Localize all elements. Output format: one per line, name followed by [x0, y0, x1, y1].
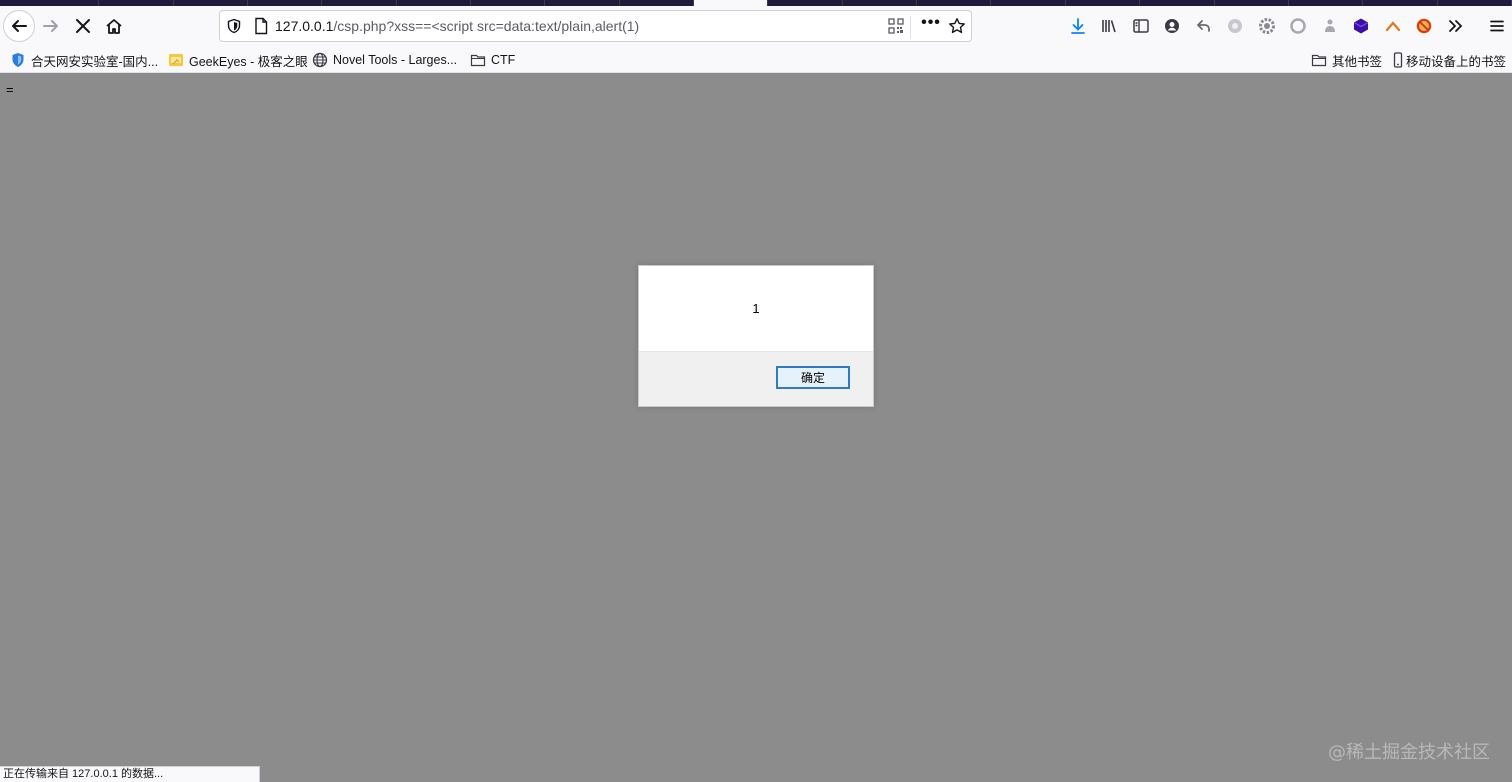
- alert-message: 1: [752, 301, 760, 316]
- arrow-left-icon: [12, 20, 27, 32]
- blocked-extension-icon: [1416, 18, 1432, 34]
- page-content: = 1 确定: [0, 74, 1512, 782]
- overflow-chevron-icon: [1448, 20, 1463, 32]
- menu-icon: [1490, 20, 1505, 32]
- home-button[interactable]: [98, 10, 130, 42]
- blocked-extension-button[interactable]: [1409, 14, 1441, 38]
- home-icon: [106, 19, 122, 34]
- url-separator: [910, 16, 911, 38]
- url-text[interactable]: 127.0.0.1/csp.php?xss==<script src=data:…: [275, 18, 639, 34]
- bookmark-label: 其他书签: [1332, 54, 1383, 69]
- puzzle-extension-icon: [1324, 19, 1335, 32]
- bookmark-folder-other[interactable]: 其他书签: [1311, 50, 1382, 70]
- alert-dialog: 1 确定: [638, 265, 874, 407]
- alert-ok-button[interactable]: 确定: [776, 366, 850, 389]
- alert-body: 1: [639, 266, 873, 352]
- url-path: /csp.php?xss==<script src=data:text/plai…: [333, 18, 640, 34]
- bookmark-novel-tools[interactable]: Novel Tools - Larges...: [312, 50, 457, 70]
- caret-extension-button[interactable]: [1377, 14, 1409, 38]
- bookmark-label: Novel Tools - Larges...: [333, 53, 458, 67]
- stop-button[interactable]: [67, 10, 99, 42]
- toolbar-icons: [1062, 14, 1512, 38]
- sidebar-button[interactable]: [1125, 14, 1157, 38]
- bookmark-label: 合天网安实验室-国内...: [31, 54, 159, 69]
- puzzle-extension-button[interactable]: [1314, 14, 1346, 38]
- library-icon: [1102, 20, 1117, 33]
- sidebar-icon: [1133, 19, 1149, 33]
- folder-yellow-icon: [168, 52, 184, 68]
- bookmark-geekeyes[interactable]: GeekEyes - 极客之眼: [168, 50, 308, 70]
- url-bar[interactable]: 127.0.0.1/csp.php?xss==<script src=data:…: [219, 10, 972, 42]
- account-button[interactable]: [1157, 14, 1189, 38]
- library-button[interactable]: [1094, 14, 1126, 38]
- gear-extension-icon: [1258, 18, 1275, 34]
- bookmark-label: CTF: [491, 53, 516, 67]
- extension-gray-button[interactable]: [1220, 14, 1252, 38]
- download-icon: [1070, 18, 1085, 34]
- folder-icon: [1311, 52, 1327, 68]
- shield-bookmark-icon: [10, 52, 26, 68]
- menu-button[interactable]: [1482, 14, 1512, 38]
- bookmark-star-icon[interactable]: [948, 17, 966, 35]
- account-icon: [1165, 19, 1180, 33]
- hexagon-extension-icon: [1353, 18, 1369, 34]
- caret-extension-icon: [1385, 21, 1400, 32]
- status-bar: 正在传输来自 127.0.0.1 的数据...: [0, 766, 260, 782]
- overflow-button[interactable]: [1440, 14, 1472, 38]
- tracking-shield-icon[interactable]: [226, 18, 242, 34]
- bookmark-folder-ctf[interactable]: CTF: [470, 50, 515, 70]
- circle-extension-icon: [1290, 18, 1306, 34]
- bookmark-label: 移动设备上的书签: [1406, 54, 1507, 69]
- watermark: @稀土掘金技术社区: [1328, 742, 1490, 763]
- extension-gray-icon: [1228, 19, 1243, 33]
- undo-icon: [1196, 20, 1210, 32]
- bookmark-folder-mobile[interactable]: 移动设备上的书签: [1393, 50, 1506, 70]
- back-button[interactable]: [3, 10, 35, 42]
- download-button[interactable]: [1062, 14, 1094, 38]
- hexagon-extension-button[interactable]: [1346, 14, 1378, 38]
- bookmark-hetian[interactable]: 合天网安实验室-国内...: [10, 50, 158, 70]
- globe-icon: [312, 52, 328, 68]
- mobile-icon: [1393, 52, 1403, 68]
- folder-icon: [470, 52, 486, 68]
- url-host: 127.0.0.1: [275, 18, 334, 34]
- close-icon: [76, 19, 90, 33]
- qr-code-icon[interactable]: [888, 18, 904, 34]
- navigation-toolbar: 127.0.0.1/csp.php?xss==<script src=data:…: [0, 6, 1512, 46]
- page-info-icon[interactable]: [253, 17, 269, 35]
- undo-button[interactable]: [1188, 14, 1220, 38]
- circle-extension-button[interactable]: [1283, 14, 1315, 38]
- page-actions-more-icon[interactable]: •••: [920, 15, 942, 36]
- gear-extension-button[interactable]: [1251, 14, 1283, 38]
- arrow-right-icon: [43, 20, 58, 32]
- forward-button[interactable]: [35, 10, 67, 42]
- bookmark-label: GeekEyes - 极客之眼: [189, 54, 308, 69]
- page-body-text: =: [6, 82, 14, 97]
- bookmarks-toolbar: 合天网安实验室-国内... GeekEyes - 极客之眼 Novel Tool…: [0, 46, 1512, 73]
